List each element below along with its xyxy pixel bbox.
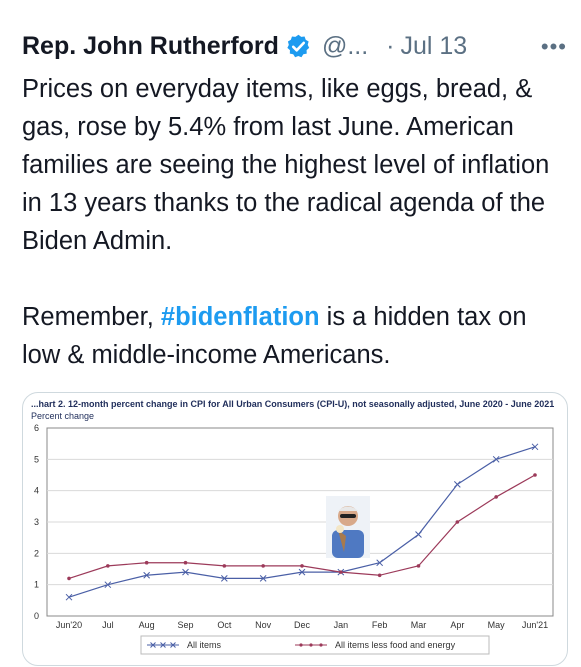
x-tick-label: Oct bbox=[217, 620, 232, 630]
data-point-all-items bbox=[453, 481, 461, 488]
y-tick-label: 3 bbox=[34, 517, 39, 527]
x-tick-label: Feb bbox=[372, 620, 388, 630]
x-tick-label: Sep bbox=[177, 620, 193, 630]
data-point-core bbox=[183, 560, 188, 565]
data-point-core bbox=[261, 564, 265, 568]
tweet-header: Rep. John Rutherford @... · Jul 13 ••• bbox=[22, 28, 567, 64]
data-point-core bbox=[144, 560, 149, 565]
legend-label: All items less food and energy bbox=[335, 640, 456, 650]
y-tick-label: 4 bbox=[34, 486, 39, 496]
x-tick-label: Nov bbox=[255, 620, 272, 630]
data-point-core bbox=[300, 564, 304, 568]
inset-photo-sunglasses bbox=[340, 514, 356, 518]
data-point-core bbox=[106, 564, 110, 568]
tweet-paragraph-1: Prices on everyday items, like eggs, bre… bbox=[22, 75, 550, 255]
separator-dot: · bbox=[386, 31, 395, 60]
data-point-all-items bbox=[531, 443, 539, 451]
x-tick-label: Apr bbox=[450, 620, 464, 630]
data-point-core bbox=[494, 495, 498, 499]
data-point-core bbox=[455, 520, 460, 524]
inset-photo-ice-cream bbox=[336, 525, 344, 533]
cpi-line-chart: 0 1 2 3 4 5 6 Jun'20 Jul Aug Sep Oct Nov Dec Jan Feb Mar… bbox=[34, 423, 554, 655]
hashtag-link[interactable]: #bidenflation bbox=[161, 303, 320, 331]
y-tick-label: 5 bbox=[34, 454, 39, 464]
x-tick-label: May bbox=[488, 620, 506, 630]
tweet-media-image[interactable]: ...hart 2. 12-month percent change in CP… bbox=[22, 392, 568, 666]
y-tick-label: 1 bbox=[34, 580, 39, 590]
legend-label: All items bbox=[187, 640, 222, 650]
tweet-date[interactable]: Jul 13 bbox=[400, 32, 467, 61]
data-point-core bbox=[339, 570, 343, 574]
tweet-text: Prices on everyday items, like eggs, bre… bbox=[22, 70, 567, 374]
data-point-all-items bbox=[415, 531, 422, 538]
x-tick-label: Mar bbox=[411, 620, 427, 630]
legend-marker bbox=[309, 643, 313, 647]
y-tick-label: 6 bbox=[34, 423, 39, 433]
inset-photo-shirt bbox=[332, 530, 364, 558]
data-point-core bbox=[416, 564, 421, 568]
legend-marker bbox=[319, 643, 323, 647]
x-tick-label: Aug bbox=[139, 620, 155, 630]
verified-badge-icon bbox=[287, 34, 310, 57]
x-tick-label: Dec bbox=[294, 620, 311, 630]
data-point-core bbox=[222, 564, 227, 568]
data-point-all-items bbox=[65, 593, 73, 601]
x-tick-label: Jun'20 bbox=[56, 620, 82, 630]
data-point-core bbox=[533, 473, 537, 477]
author-handle[interactable]: @... bbox=[322, 32, 368, 61]
y-tick-label: 0 bbox=[34, 611, 39, 621]
x-tick-label: Jul bbox=[102, 620, 114, 630]
legend-marker bbox=[299, 643, 303, 647]
paragraph-2-start: Remember, bbox=[22, 303, 161, 331]
y-tick-label: 2 bbox=[34, 548, 39, 558]
x-tick-label: Jun'21 bbox=[522, 620, 548, 630]
author-name[interactable]: Rep. John Rutherford bbox=[22, 32, 279, 61]
x-tick-label: Jan bbox=[334, 620, 349, 630]
tweet-paragraph-2: Remember, #bidenflation is a hidden tax … bbox=[22, 298, 567, 374]
more-options-icon[interactable]: ••• bbox=[541, 34, 567, 60]
data-point-core bbox=[67, 576, 71, 581]
data-point-core bbox=[377, 573, 382, 578]
